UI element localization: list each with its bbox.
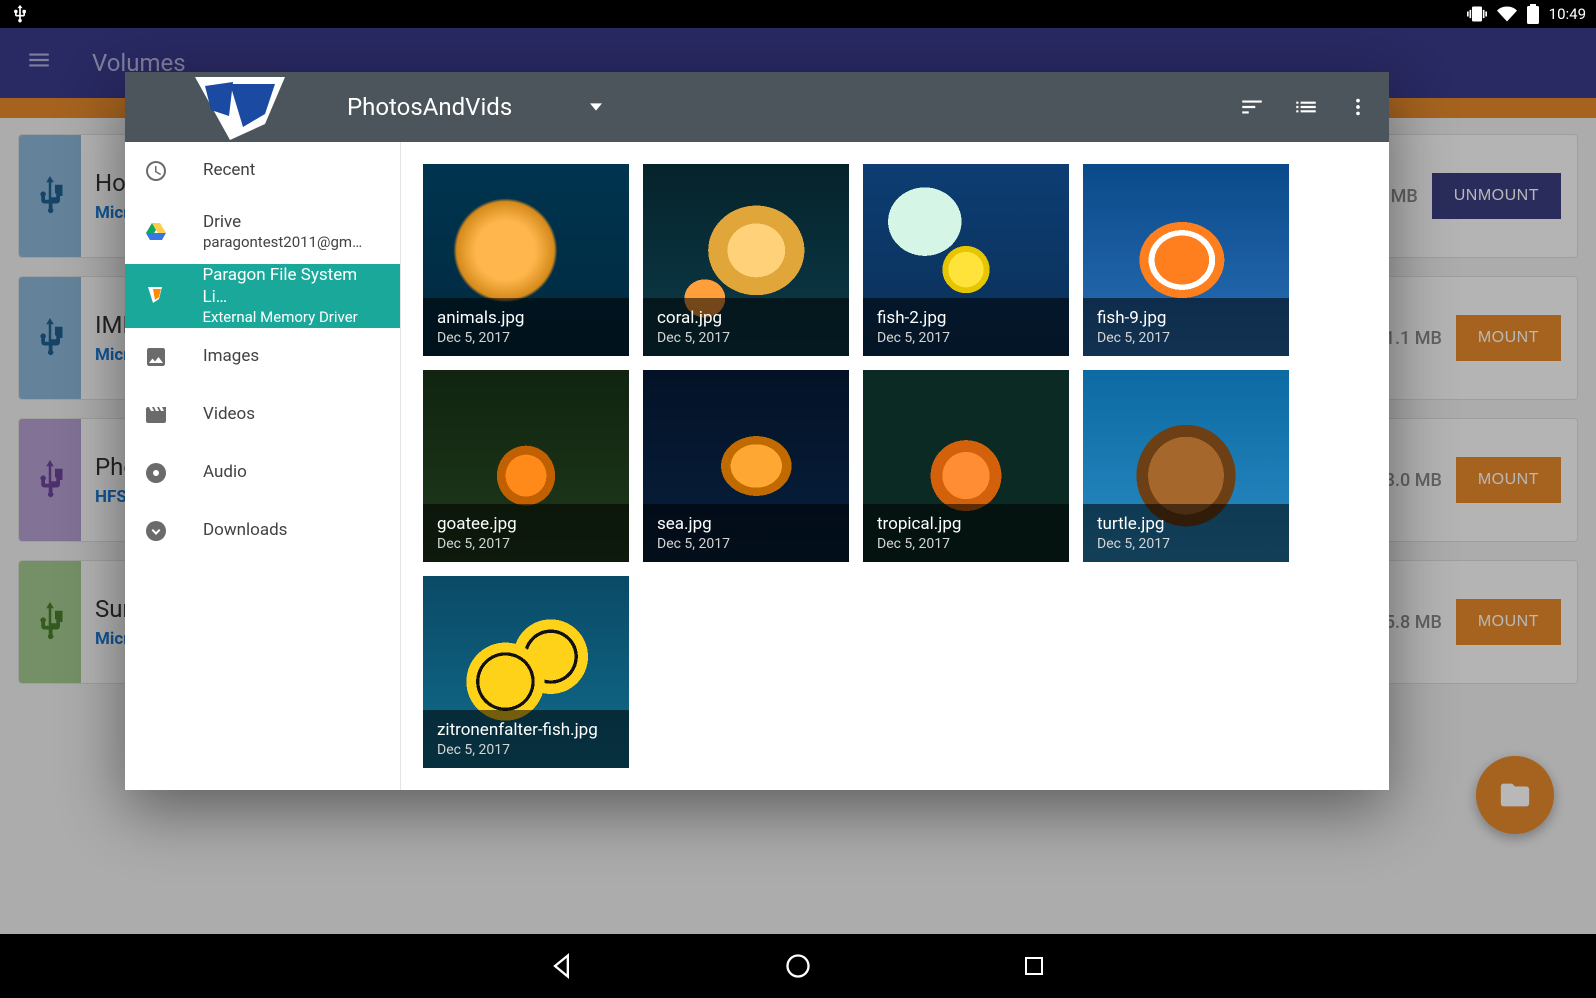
file-date: Dec 5, 2017 bbox=[657, 330, 835, 346]
sidebar-item-paragon[interactable]: Paragon File System Li…External Memory D… bbox=[125, 264, 400, 328]
vibrate-icon bbox=[1467, 4, 1487, 24]
picker-sidebar: Recent Driveparagontest2011@gm… Paragon … bbox=[125, 142, 401, 790]
file-thumbnail[interactable]: goatee.jpg Dec 5, 2017 bbox=[423, 370, 629, 562]
sidebar-item-download[interactable]: Downloads bbox=[125, 502, 400, 560]
file-name: fish-9.jpg bbox=[1097, 308, 1275, 328]
file-name: zitronenfalter-fish.jpg bbox=[437, 720, 615, 740]
sidebar-item-label: Videos bbox=[203, 404, 255, 425]
sidebar-item-label: Images bbox=[203, 346, 259, 367]
title-dropdown-icon[interactable] bbox=[590, 98, 602, 117]
file-date: Dec 5, 2017 bbox=[1097, 536, 1275, 552]
sidebar-item-image[interactable]: Images bbox=[125, 328, 400, 386]
file-thumbnail[interactable]: animals.jpg Dec 5, 2017 bbox=[423, 164, 629, 356]
sidebar-item-clock[interactable]: Recent bbox=[125, 142, 400, 200]
paragon-logo-icon bbox=[125, 72, 345, 142]
file-thumbnail[interactable]: fish-2.jpg Dec 5, 2017 bbox=[863, 164, 1069, 356]
file-name: coral.jpg bbox=[657, 308, 835, 328]
file-thumbnail[interactable]: coral.jpg Dec 5, 2017 bbox=[643, 164, 849, 356]
sidebar-item-label: Audio bbox=[203, 462, 247, 483]
sidebar-item-audio[interactable]: Audio bbox=[125, 444, 400, 502]
sidebar-item-label: Driveparagontest2011@gm… bbox=[203, 212, 362, 252]
video-icon bbox=[143, 402, 169, 428]
nav-home-icon[interactable] bbox=[780, 948, 816, 984]
battery-icon bbox=[1527, 4, 1539, 24]
file-date: Dec 5, 2017 bbox=[437, 536, 615, 552]
sidebar-item-video[interactable]: Videos bbox=[125, 386, 400, 444]
dialog-header: PhotosAndVids bbox=[125, 72, 1389, 142]
sidebar-item-label: Downloads bbox=[203, 520, 287, 541]
sidebar-item-label: Paragon File System Li…External Memory D… bbox=[202, 265, 382, 326]
file-date: Dec 5, 2017 bbox=[657, 536, 835, 552]
file-thumbnail[interactable]: zitronenfalter-fish.jpg Dec 5, 2017 bbox=[423, 576, 629, 768]
sidebar-item-drive[interactable]: Driveparagontest2011@gm… bbox=[125, 200, 400, 264]
file-date: Dec 5, 2017 bbox=[877, 536, 1055, 552]
file-date: Dec 5, 2017 bbox=[1097, 330, 1275, 346]
file-name: tropical.jpg bbox=[877, 514, 1055, 534]
file-thumbnail[interactable]: tropical.jpg Dec 5, 2017 bbox=[863, 370, 1069, 562]
android-nav-bar bbox=[0, 934, 1596, 998]
paragon-icon bbox=[143, 283, 168, 309]
nav-recent-icon[interactable] bbox=[1016, 948, 1052, 984]
file-thumbnail[interactable]: fish-9.jpg Dec 5, 2017 bbox=[1083, 164, 1289, 356]
nav-back-icon[interactable] bbox=[544, 948, 580, 984]
view-list-icon[interactable] bbox=[1293, 94, 1319, 120]
clock-icon bbox=[143, 158, 169, 184]
file-picker-dialog: PhotosAndVids Recent Driveparagontest201… bbox=[125, 72, 1389, 790]
file-thumbnail[interactable]: sea.jpg Dec 5, 2017 bbox=[643, 370, 849, 562]
dialog-title: PhotosAndVids bbox=[347, 93, 512, 121]
file-date: Dec 5, 2017 bbox=[437, 330, 615, 346]
audio-icon bbox=[143, 460, 169, 486]
drive-icon bbox=[143, 219, 169, 245]
status-time: 10:49 bbox=[1549, 5, 1586, 23]
file-thumbnail[interactable]: turtle.jpg Dec 5, 2017 bbox=[1083, 370, 1289, 562]
file-name: turtle.jpg bbox=[1097, 514, 1275, 534]
file-name: fish-2.jpg bbox=[877, 308, 1055, 328]
file-date: Dec 5, 2017 bbox=[877, 330, 1055, 346]
sidebar-item-label: Recent bbox=[203, 160, 255, 181]
file-name: animals.jpg bbox=[437, 308, 615, 328]
file-name: goatee.jpg bbox=[437, 514, 615, 534]
usb-icon bbox=[10, 4, 30, 24]
file-grid-container: animals.jpg Dec 5, 2017 coral.jpg Dec 5,… bbox=[401, 142, 1389, 790]
file-date: Dec 5, 2017 bbox=[437, 742, 615, 758]
image-icon bbox=[143, 344, 169, 370]
sort-icon[interactable] bbox=[1239, 94, 1265, 120]
download-icon bbox=[143, 518, 169, 544]
wifi-icon bbox=[1497, 4, 1517, 24]
overflow-menu-icon[interactable] bbox=[1347, 96, 1369, 118]
file-name: sea.jpg bbox=[657, 514, 835, 534]
android-status-bar: 10:49 bbox=[0, 0, 1596, 28]
